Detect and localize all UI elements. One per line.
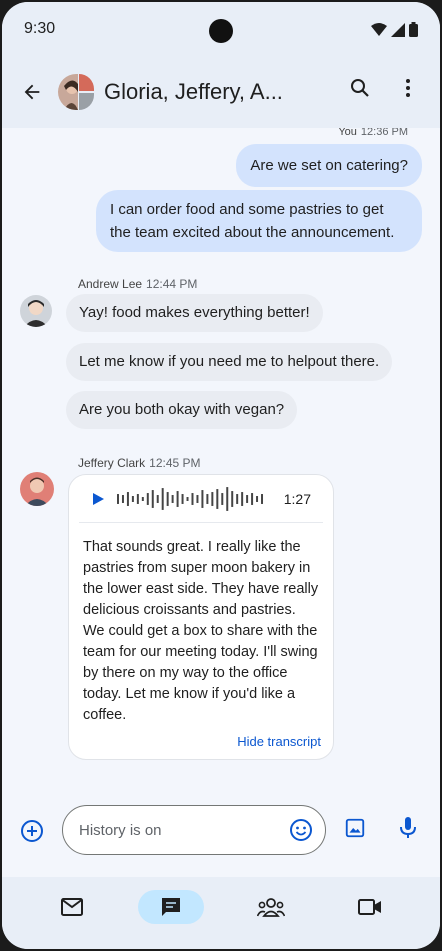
battery-icon [409, 22, 418, 37]
status-icons [371, 22, 418, 37]
play-button[interactable] [85, 486, 111, 512]
add-attachment-button[interactable] [20, 819, 44, 848]
conversation-title[interactable]: Gloria, Jeffery, A... [104, 79, 314, 105]
voice-transcript: That sounds great. I really like the pas… [83, 539, 319, 723]
outgoing-message[interactable]: I can order food and some pastries to ge… [96, 190, 422, 252]
arrow-back-icon [24, 84, 40, 100]
mic-icon [400, 817, 416, 838]
play-icon [92, 492, 104, 505]
add-circle-icon [21, 820, 43, 842]
waveform-icon[interactable] [116, 486, 276, 512]
emoji-button[interactable] [289, 818, 313, 847]
emoji-icon [290, 819, 312, 841]
avatar-andrew [79, 93, 94, 110]
chat-icon [162, 898, 181, 916]
outgoing-sender: You [338, 128, 357, 138]
message-input-field[interactable] [62, 805, 326, 855]
outgoing-message[interactable]: Are we set on catering? [236, 144, 422, 187]
signal-icon [391, 22, 405, 37]
hide-transcript-link[interactable]: Hide transcript [237, 734, 321, 749]
nav-mail[interactable] [39, 890, 105, 924]
mail-icon [60, 898, 83, 916]
incoming-message[interactable]: Yay! food makes everything better! [66, 294, 323, 332]
wifi-icon [371, 22, 387, 36]
message-input[interactable] [79, 821, 279, 839]
audio-player: 1:27 [79, 475, 323, 523]
incoming-message[interactable]: Are you both okay with vegan? [66, 391, 298, 429]
app-bar: Gloria, Jeffery, A... [2, 56, 440, 128]
people-icon [256, 898, 285, 917]
message-list[interactable]: You 12:36 PM Are we set on catering? I ca… [2, 128, 440, 793]
bottom-navigation [2, 877, 440, 937]
message-time: 12:45 PM [149, 456, 201, 470]
status-bar: 9:30 [2, 2, 440, 56]
status-time: 9:30 [24, 20, 56, 37]
image-button[interactable] [344, 817, 366, 844]
voice-duration: 1:27 [283, 490, 311, 507]
sender-name: Andrew Lee [78, 277, 143, 291]
nav-meet[interactable] [337, 890, 403, 924]
camera-cutout [209, 19, 233, 43]
avatar-andrew-lee[interactable] [20, 295, 52, 327]
image-icon [345, 818, 365, 838]
back-button[interactable] [16, 76, 48, 108]
message-time: 12:44 PM [146, 277, 198, 291]
more-vert-icon [406, 79, 410, 97]
search-button[interactable] [348, 76, 372, 105]
nav-spaces[interactable] [238, 890, 304, 924]
nav-chat[interactable] [138, 890, 205, 924]
sender-name: Jeffery Clark [78, 456, 146, 470]
voice-message-card[interactable]: 1:27 That sounds great. I really like th… [68, 474, 334, 760]
video-camera-icon [358, 899, 382, 915]
jeffery-meta: Jeffery Clark 12:45 PM [78, 456, 201, 470]
outgoing-time: 12:36 PM [360, 128, 408, 138]
compose-bar [2, 793, 440, 877]
incoming-message[interactable]: Let me know if you need me to helpout th… [66, 343, 393, 381]
andrew-meta: Andrew Lee 12:44 PM [78, 277, 197, 291]
search-icon [351, 79, 369, 97]
group-avatar[interactable] [58, 74, 94, 110]
voice-record-button[interactable] [396, 815, 420, 846]
phone-screen: 9:30 Gloria, Jeffery, A... You 12:36 PM … [2, 2, 440, 949]
avatar-gloria [58, 74, 78, 110]
avatar-jeffery [79, 74, 94, 91]
more-options-button[interactable] [396, 76, 420, 105]
avatar-jeffery-clark[interactable] [20, 472, 54, 506]
gesture-bar [2, 937, 440, 949]
outgoing-meta: You 12:36 PM [338, 128, 408, 138]
